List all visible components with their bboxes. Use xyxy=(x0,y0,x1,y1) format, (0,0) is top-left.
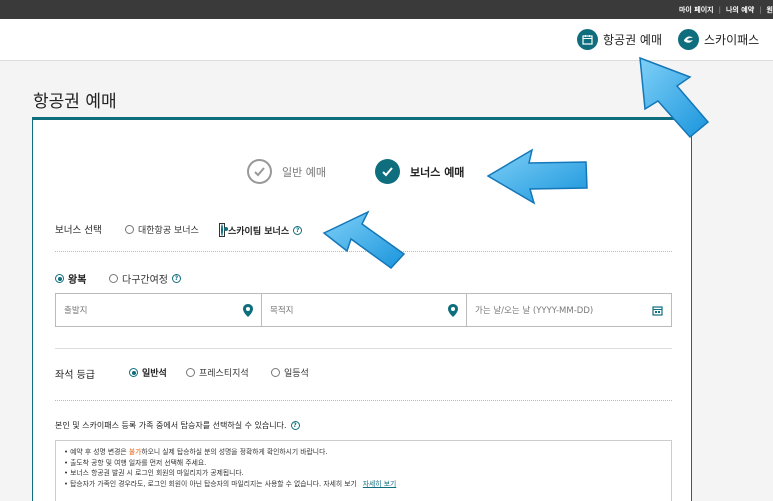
header-booking-link[interactable]: 항공권 예매 xyxy=(577,29,662,50)
seat-class-label: 좌석 등급 xyxy=(55,370,95,381)
radio-circle xyxy=(129,368,138,377)
notice-text: 예약 후 성명 변경은 xyxy=(70,448,129,456)
page-title: 항공권 예매 xyxy=(33,92,117,112)
radio-round-trip[interactable]: 왕복 xyxy=(55,271,86,286)
notice-text: 출도착 공항 및 여행 일자를 먼저 선택해 주세요. xyxy=(70,458,207,467)
notice-text: 보너스 항공권 발권 시 로그인 회원의 마일리지가 공제됩니다. xyxy=(70,469,244,477)
search-fields: 출발지 목적지 가는 날/오는 날 (YYYY-MM-DD) xyxy=(55,293,672,327)
notice-text: 하오니 실제 탑승하실 분의 성명을 정확하게 확인하시기 바랍니다. xyxy=(141,448,328,456)
location-pin-icon xyxy=(448,303,458,317)
check-circle-icon xyxy=(247,159,272,184)
divider: | xyxy=(718,5,721,14)
notice-line: • 보너스 항공권 발권 시 로그인 회원의 마일리지가 공제됩니다. xyxy=(64,469,244,477)
calendar-icon xyxy=(577,29,598,50)
radio-circle xyxy=(186,368,195,377)
skypass-logo-icon xyxy=(678,29,699,50)
tab-bonus-booking[interactable]: 보너스 예매 xyxy=(375,159,464,184)
passenger-notice-title: 본인 및 스카이패스 등록 가족 중에서 탑승자를 선택하실 수 있습니다. ? xyxy=(55,420,300,431)
radio-label: 일반석 xyxy=(142,369,167,379)
radio-circle xyxy=(55,274,64,283)
top-utility-links: 마이 페이지 | 나의 예약 | 원 xyxy=(679,0,773,19)
radio-label: 스카이팀 보너스 xyxy=(228,226,290,237)
destination-placeholder: 목적지 xyxy=(270,306,294,316)
divider: | xyxy=(759,5,762,14)
focus-box xyxy=(219,223,225,237)
booking-card: 일반 예매 보너스 예매 보너스 선택 대한항공 보너스 스카이팀 보너스 ? … xyxy=(32,117,692,501)
radio-label: 프레스티지석 xyxy=(199,369,249,379)
help-icon[interactable]: ? xyxy=(290,421,300,430)
radio-korean-air-bonus[interactable]: 대한항공 보너스 xyxy=(125,223,199,236)
tab-bonus-label: 보너스 예매 xyxy=(410,165,465,179)
tab-normal-label: 일반 예매 xyxy=(282,165,326,179)
radio-first-class[interactable]: 일등석 xyxy=(271,366,309,379)
date-placeholder: 가는 날/오는 날 (YYYY-MM-DD) xyxy=(475,306,594,316)
notice-line: • 예약 후 성명 변경은 불가하오니 실제 탑승하실 분의 성명을 정확하게 … xyxy=(64,448,328,456)
origin-placeholder: 출발지 xyxy=(64,306,88,316)
calendar-icon xyxy=(652,305,663,316)
divider xyxy=(55,251,672,252)
header-skypass-link[interactable]: 스카이패스 xyxy=(678,29,759,50)
radio-skyteam-bonus[interactable]: 스카이팀 보너스 ? xyxy=(219,223,303,237)
tab-normal-booking[interactable]: 일반 예매 xyxy=(247,159,326,184)
more-info-link[interactable]: 자세히 보기 xyxy=(363,480,396,488)
my-reservation-link[interactable]: 나의 예약 xyxy=(726,5,754,15)
topbar-link-3[interactable]: 원 xyxy=(767,5,773,15)
radio-label: 다구간여정 xyxy=(122,275,168,286)
check-circle-icon xyxy=(375,159,400,184)
radio-circle xyxy=(271,368,280,377)
location-pin-icon xyxy=(243,303,253,317)
help-icon[interactable]: ? xyxy=(172,274,181,283)
header: 항공권 예매 스카이패스 xyxy=(0,19,773,61)
radio-multi-city[interactable]: 다구간여정 ? xyxy=(109,271,181,286)
notice-highlight: 불가 xyxy=(128,448,142,456)
header-skypass-label: 스카이패스 xyxy=(704,33,760,47)
destination-field[interactable]: 목적지 xyxy=(262,294,467,326)
radio-prestige[interactable]: 프레스티지석 xyxy=(186,366,249,379)
radio-circle xyxy=(125,225,134,234)
notice-line: • 출도착 공항 및 여행 일자를 먼저 선택해 주세요. xyxy=(64,458,207,467)
top-utility-bar: 마이 페이지 | 나의 예약 | 원 xyxy=(0,0,773,19)
divider xyxy=(55,400,672,401)
divider xyxy=(55,348,672,349)
header-booking-label: 항공권 예매 xyxy=(603,33,663,47)
my-page-link[interactable]: 마이 페이지 xyxy=(679,5,714,15)
radio-circle xyxy=(109,274,118,283)
help-icon[interactable]: ? xyxy=(293,225,303,235)
notice-text: 탑승자가 가족인 경우라도, 로그인 회원이 아닌 탑승자의 마일리지는 사용할… xyxy=(70,479,357,488)
radio-label: 왕복 xyxy=(68,275,87,286)
radio-label: 일등석 xyxy=(284,369,309,379)
date-field[interactable]: 가는 날/오는 날 (YYYY-MM-DD) xyxy=(467,294,671,326)
origin-field[interactable]: 출발지 xyxy=(56,294,262,326)
radio-circle xyxy=(221,224,223,236)
notice-box: • 예약 후 성명 변경은 불가하오니 실제 탑승하실 분의 성명을 정확하게 … xyxy=(55,440,672,501)
passenger-notice-text: 본인 및 스카이패스 등록 가족 중에서 탑승자를 선택하실 수 있습니다. xyxy=(55,421,287,430)
radio-economy[interactable]: 일반석 xyxy=(129,366,167,379)
notice-line: • 탑승자가 가족인 경우라도, 로그인 회원이 아닌 탑승자의 마일리지는 사… xyxy=(64,479,397,488)
radio-label: 대한항공 보너스 xyxy=(138,226,199,236)
bonus-select-label: 보너스 선택 xyxy=(55,225,102,236)
